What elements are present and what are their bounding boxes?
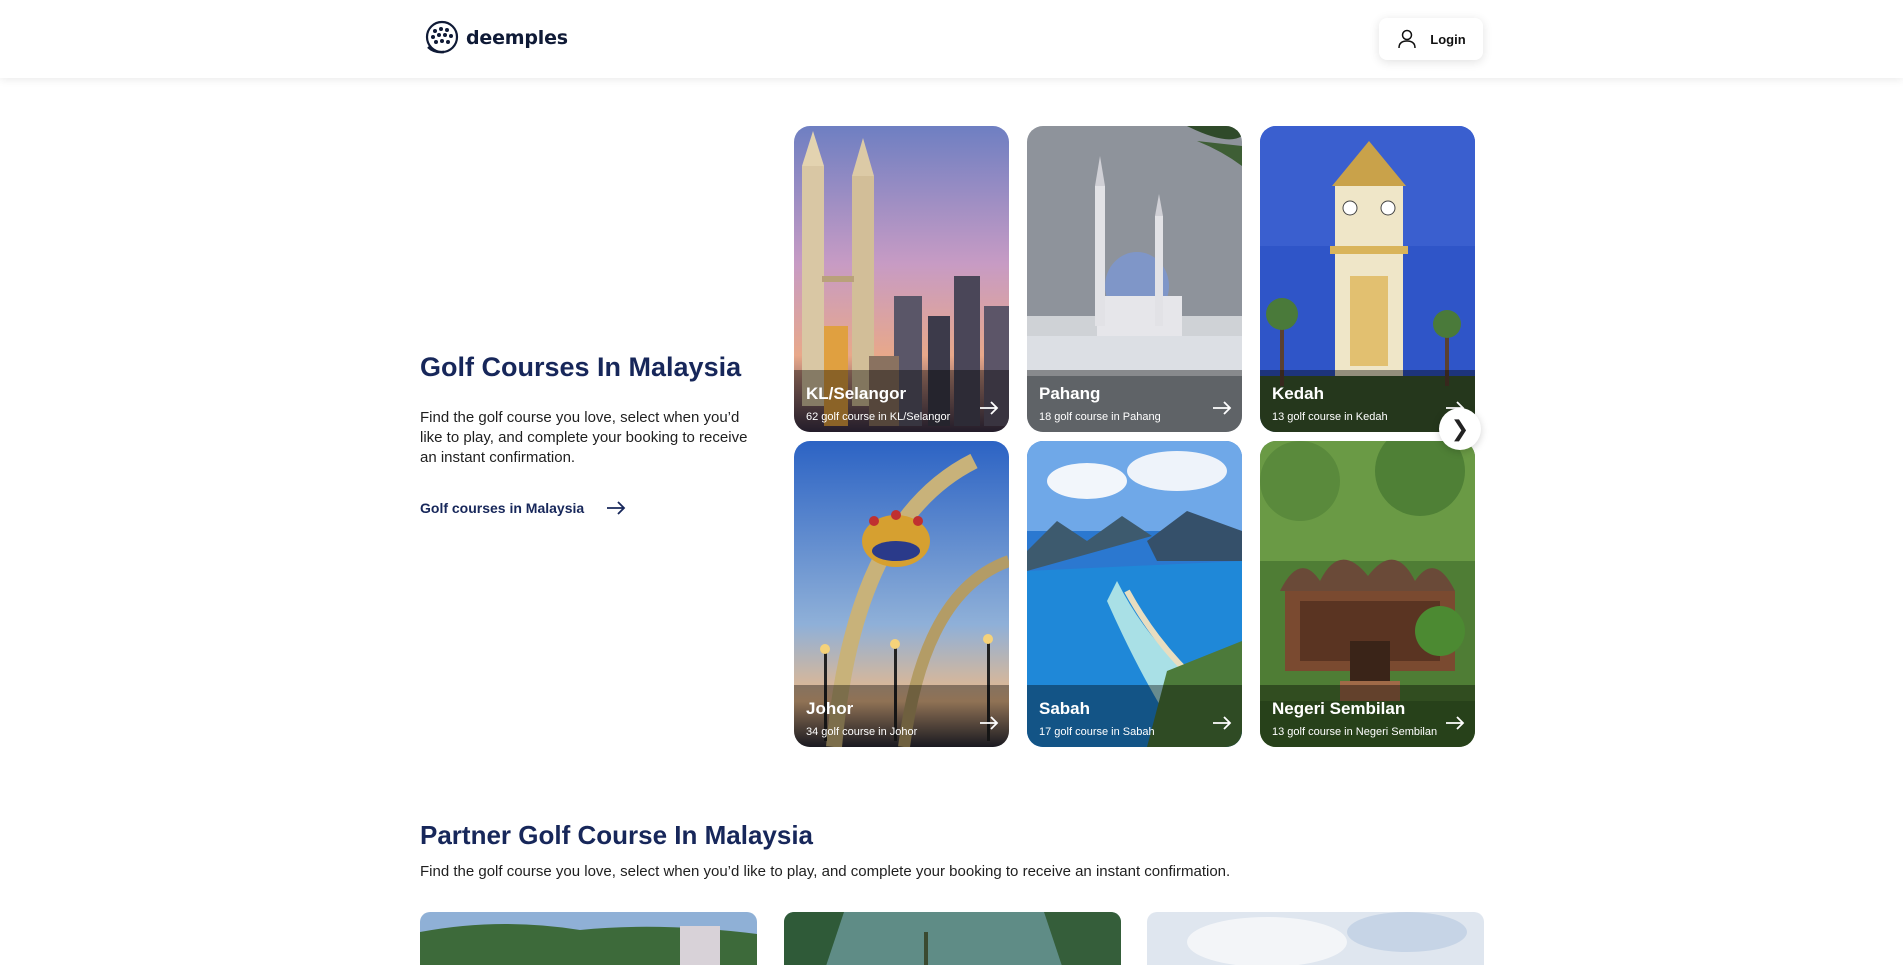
region-course-count: 13 golf course in Negeri Sembilan — [1272, 726, 1438, 738]
partner-section-description: Find the golf course you love, select wh… — [420, 863, 1231, 880]
region-name: Negeri Sembilan — [1272, 699, 1406, 718]
golf-ball-logo-icon — [425, 20, 459, 54]
region-course-count: 18 golf course in Pahang — [1039, 411, 1161, 423]
region-name: Pahang — [1039, 384, 1101, 403]
carousel-next-button[interactable]: ❯ — [1439, 408, 1481, 450]
arrow-right-icon — [1213, 401, 1232, 415]
arrow-right-icon — [1446, 716, 1465, 730]
region-course-count: 62 golf course in KL/Selangor — [806, 411, 951, 423]
user-icon — [1398, 29, 1417, 49]
region-name: Sabah — [1039, 699, 1091, 718]
logo-text: deemples — [466, 27, 568, 49]
region-card-kedah[interactable]: Kedah 13 golf course in Kedah — [1260, 126, 1475, 432]
page-title: Golf Courses In Malaysia — [420, 352, 742, 382]
golf-courses-link-label: Golf courses in Malaysia — [420, 500, 585, 516]
partner-course-image — [420, 912, 757, 965]
logo[interactable]: deemples — [424, 20, 568, 56]
region-name: Kedah — [1272, 384, 1324, 403]
region-course-count: 13 golf course in Kedah — [1272, 411, 1388, 423]
partner-course-image — [784, 912, 1121, 965]
arrow-right-icon — [980, 401, 999, 415]
region-card-kl-selangor[interactable]: KL/Selangor 62 golf course in KL/Selango… — [794, 126, 1009, 432]
site-header: deemples Login — [0, 0, 1903, 78]
region-name: Johor — [806, 699, 854, 718]
login-label: Login — [1430, 31, 1466, 47]
hero-description: Find the golf course you love, select wh… — [420, 409, 748, 466]
arrow-right-icon — [980, 716, 999, 730]
golf-courses-link[interactable]: Golf courses in Malaysia — [420, 500, 626, 516]
partner-course-image — [1147, 912, 1484, 965]
region-course-count: 34 golf course in Johor — [806, 726, 918, 738]
region-card-johor[interactable]: Johor 34 golf course in Johor — [794, 441, 1009, 747]
arrow-right-icon — [607, 501, 626, 515]
region-card-sabah[interactable]: Sabah 17 golf course in Sabah — [1027, 441, 1242, 747]
region-name: KL/Selangor — [806, 384, 907, 403]
login-button[interactable]: Login — [1379, 18, 1483, 60]
chevron-right-icon: ❯ — [1450, 416, 1470, 441]
region-card-negeri-sembilan[interactable]: Negeri Sembilan 13 golf course in Negeri… — [1260, 441, 1475, 747]
arrow-right-icon — [1213, 716, 1232, 730]
partner-card[interactable] — [1147, 912, 1484, 965]
partner-section-title: Partner Golf Course In Malaysia — [420, 820, 814, 850]
partner-card[interactable] — [784, 912, 1121, 965]
region-course-count: 17 golf course in Sabah — [1039, 726, 1155, 738]
partner-card[interactable] — [420, 912, 757, 965]
region-card-pahang[interactable]: Pahang 18 golf course in Pahang — [1027, 126, 1242, 432]
